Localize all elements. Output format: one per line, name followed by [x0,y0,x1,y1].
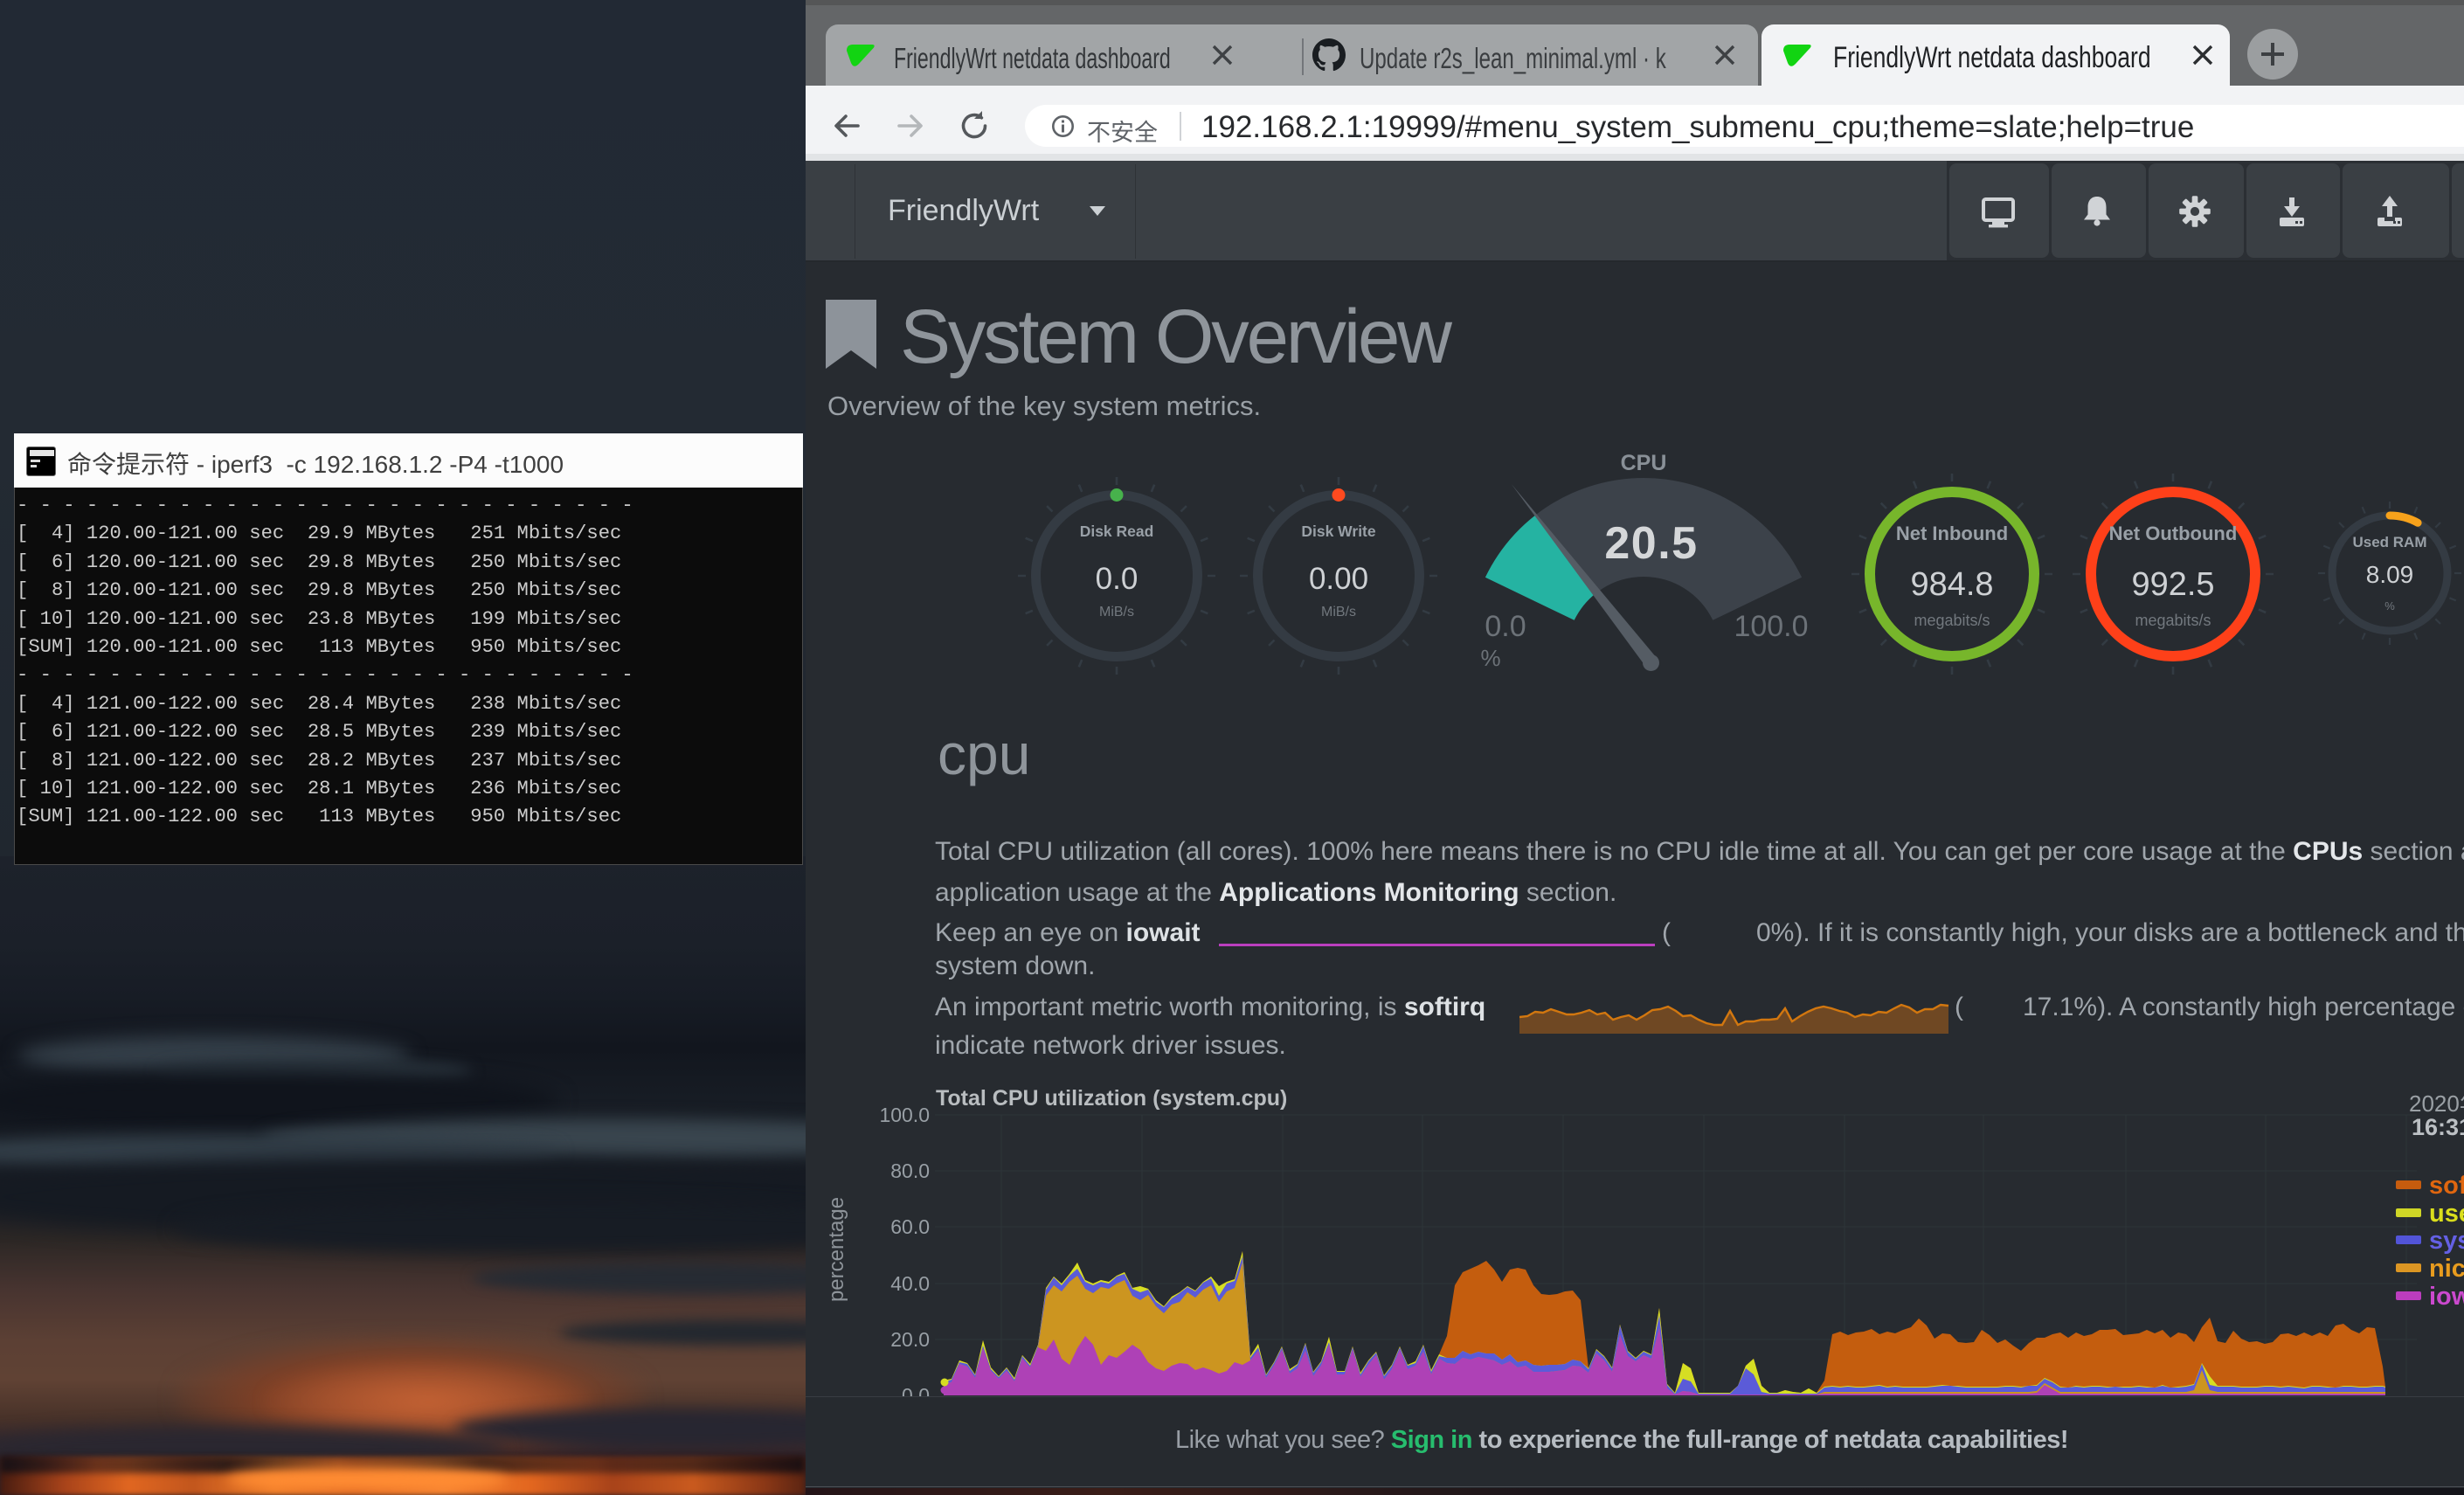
svg-text:CPU: CPU [1621,451,1667,475]
svg-text:0.00: 0.00 [1309,562,1368,596]
svg-text:Net Inbound: Net Inbound [1896,523,2008,544]
svg-text:Net Outbound: Net Outbound [2109,523,2238,544]
svg-text:984.8: 984.8 [1910,566,1993,603]
svg-text:100.0: 100.0 [1734,610,1808,643]
svg-text:0.0: 0.0 [1485,610,1526,643]
svg-text:20.5: 20.5 [1604,518,1698,569]
svg-text:%: % [1480,645,1500,671]
svg-text:megabits/s: megabits/s [1914,612,1990,629]
svg-text:8.09: 8.09 [2366,561,2414,588]
svg-text:Disk Read: Disk Read [1080,523,1154,540]
svg-text:992.5: 992.5 [2131,566,2214,603]
svg-text:MiB/s: MiB/s [1321,605,1356,619]
svg-text:megabits/s: megabits/s [2135,612,2211,629]
svg-text:0.0: 0.0 [1096,562,1139,596]
svg-text:Disk Write: Disk Write [1301,523,1376,540]
svg-text:MiB/s: MiB/s [1099,605,1134,619]
svg-text:Used RAM: Used RAM [2352,534,2426,550]
svg-text:%: % [2384,599,2395,613]
